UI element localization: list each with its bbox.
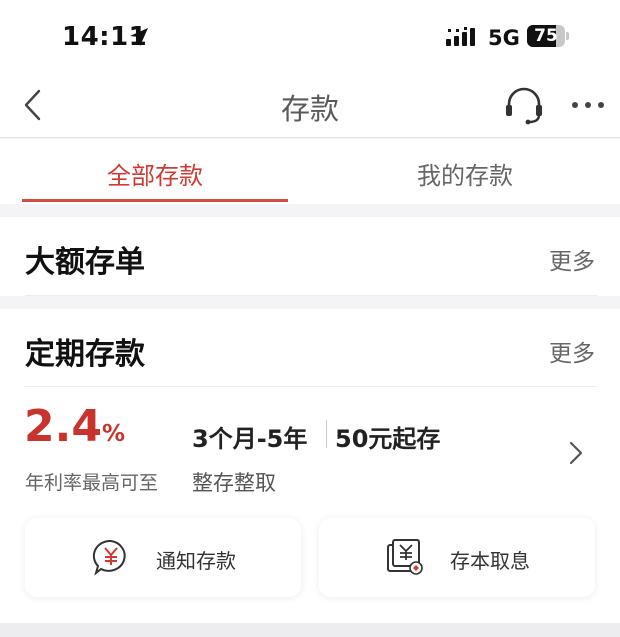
divider (25, 295, 597, 296)
page-background (0, 623, 620, 637)
fixed-deposit-title: 定期存款 (25, 337, 145, 372)
battery-level: 75 (534, 26, 558, 46)
more-icon[interactable] (570, 100, 606, 110)
active-tab-indicator (22, 199, 288, 202)
notice-deposit-label: 通知存款 (156, 549, 236, 573)
minimum-amount: 50元起存 (335, 425, 441, 453)
yuan-bubble-icon (92, 539, 126, 576)
tab-all-deposits[interactable]: 全部存款 (55, 156, 255, 191)
network-type: 5G (488, 26, 520, 50)
divider (25, 386, 597, 387)
status-bar: 14:11 5G 75 (0, 0, 620, 72)
separator (326, 420, 327, 448)
chevron-right-icon[interactable] (568, 440, 584, 466)
location-arrow-icon (130, 28, 148, 46)
deposit-term: 3个月-5年 (192, 425, 308, 453)
tab-my-deposits[interactable]: 我的存款 (365, 156, 565, 191)
deposit-tabs: 全部存款 我的存款 (0, 139, 620, 204)
large-deposit-title: 大额存单 (25, 245, 145, 280)
headset-icon[interactable] (503, 84, 545, 126)
deposit-type: 整存整取 (192, 471, 276, 495)
interest-rate-unit: % (101, 421, 125, 447)
signal-icon (446, 27, 475, 46)
nav-bar: 存款 (0, 72, 620, 138)
interest-rate: 2.4% (24, 401, 125, 452)
interest-withdrawal-label: 存本取息 (450, 549, 530, 573)
notice-deposit-button[interactable]: 通知存款 (25, 518, 301, 597)
large-deposit-more-link[interactable]: 更多 (549, 242, 595, 276)
battery-icon: 75 (527, 25, 569, 47)
interest-withdrawal-button[interactable]: 存本取息 (319, 518, 595, 597)
large-deposit-card: 大额存单 更多 (0, 217, 620, 296)
interest-rate-caption: 年利率最高可至 (25, 472, 159, 494)
interest-rate-value: 2.4 (24, 401, 102, 452)
yuan-card-icon (387, 539, 423, 575)
fixed-deposit-card: 定期存款 更多 2.4% 年利率最高可至 3个月-5年 50元起存 整存整取 通… (0, 309, 620, 623)
fixed-deposit-more-link[interactable]: 更多 (549, 334, 595, 368)
